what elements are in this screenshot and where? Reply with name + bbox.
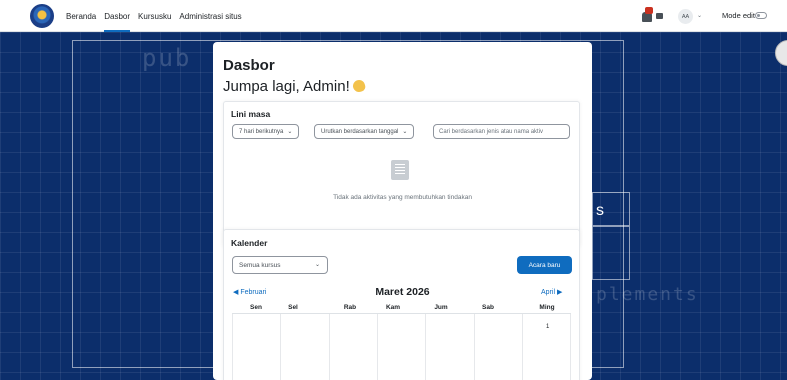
- messages-icon[interactable]: [656, 13, 663, 19]
- calendar-title: Kalender: [231, 238, 268, 248]
- primary-navigation: Beranda Dasbor Kursusku Administrasi sit…: [66, 0, 242, 32]
- edit-mode-toggle[interactable]: [755, 12, 767, 19]
- bg-outline-box-mid: [592, 226, 630, 280]
- calendar-column-divider: [329, 314, 330, 380]
- calendar-day-cell[interactable]: 1: [546, 324, 549, 330]
- next-month-link[interactable]: April ▶: [541, 288, 562, 296]
- page-title: Dasbor: [223, 57, 275, 74]
- weekday-rab: Rab: [343, 304, 357, 311]
- timeline-sort-value: Urutkan berdasarkan tanggal: [321, 128, 399, 135]
- weekday-ming: Ming: [539, 304, 555, 311]
- user-avatar[interactable]: AA: [678, 9, 693, 24]
- calendar-column-divider: [280, 314, 281, 380]
- timeline-sort-select[interactable]: Urutkan berdasarkan tanggal ⌄: [314, 124, 415, 139]
- chevron-down-icon: ⌄: [402, 129, 408, 135]
- empty-activity-icon: [391, 160, 409, 180]
- timeline-empty-message: Tidak ada aktivitas yang membutuhkan tin…: [333, 194, 472, 201]
- timeline-range-select[interactable]: 7 hari berikutnya ⌄: [232, 124, 300, 139]
- current-month-title: Maret 2026: [375, 286, 430, 298]
- nav-item-dasbor[interactable]: Dasbor: [104, 0, 130, 32]
- calendar-weekday-header: Sen Sel Rab Kam Jum Sab Ming: [232, 301, 571, 314]
- weekday-kam: Kam: [385, 304, 401, 311]
- weekday-sab: Sab: [482, 304, 494, 311]
- calendar-column-divider: [425, 314, 426, 380]
- dashboard-page: Dasbor Jumpa lagi, Admin! Lini masa 7 ha…: [213, 42, 592, 380]
- timeline-search-placeholder: Cari berdasarkan jenis atau nama aktiv: [439, 128, 544, 135]
- weekday-jum: Jum: [434, 304, 448, 311]
- bg-word-left: pub: [142, 44, 192, 72]
- weekday-sel: Sel: [288, 304, 298, 311]
- calendar-column-divider: [377, 314, 378, 380]
- bg-word-right: plements: [596, 284, 699, 305]
- course-filter-value: Semua kursus: [239, 261, 281, 269]
- edit-mode-label: Mode edit: [722, 11, 755, 20]
- timeline-range-value: 7 hari berikutnya: [239, 128, 284, 135]
- calendar-column-divider: [570, 314, 571, 380]
- timeline-search-input[interactable]: Cari berdasarkan jenis atau nama aktiv: [433, 124, 570, 139]
- greeting-line: Jumpa lagi, Admin!: [223, 78, 367, 95]
- timeline-title: Lini masa: [231, 109, 271, 119]
- site-logo[interactable]: [30, 4, 54, 28]
- drawer-toggle-circle[interactable]: [775, 40, 787, 66]
- arrow-right-icon: ▶: [556, 289, 563, 296]
- top-navbar: Beranda Dasbor Kursusku Administrasi sit…: [0, 0, 787, 32]
- bg-letter-s: s: [596, 202, 604, 219]
- calendar-column-divider: [232, 314, 233, 380]
- chevron-down-icon: ⌄: [287, 129, 293, 135]
- calendar-grid: Sen Sel Rab Kam Jum Sab Ming 1: [232, 301, 571, 380]
- next-month-label: April: [541, 289, 556, 296]
- calendar-column-divider: [474, 314, 475, 380]
- greeting-text: Jumpa lagi, Admin!: [223, 78, 350, 95]
- new-event-button[interactable]: Acara baru: [517, 256, 572, 274]
- waving-hand-icon: [351, 78, 367, 94]
- course-filter-select[interactable]: Semua kursus ⌄: [232, 256, 328, 274]
- calendar-column-divider: [522, 314, 523, 380]
- nav-item-beranda[interactable]: Beranda: [66, 0, 96, 32]
- nav-item-kursusku[interactable]: Kursusku: [138, 0, 171, 32]
- chevron-down-icon: ⌄: [314, 262, 320, 268]
- user-menu-chevron-down-icon[interactable]: ⌄: [697, 12, 702, 19]
- notification-badge: [645, 7, 653, 14]
- nav-item-administrasi-situs[interactable]: Administrasi situs: [179, 0, 241, 32]
